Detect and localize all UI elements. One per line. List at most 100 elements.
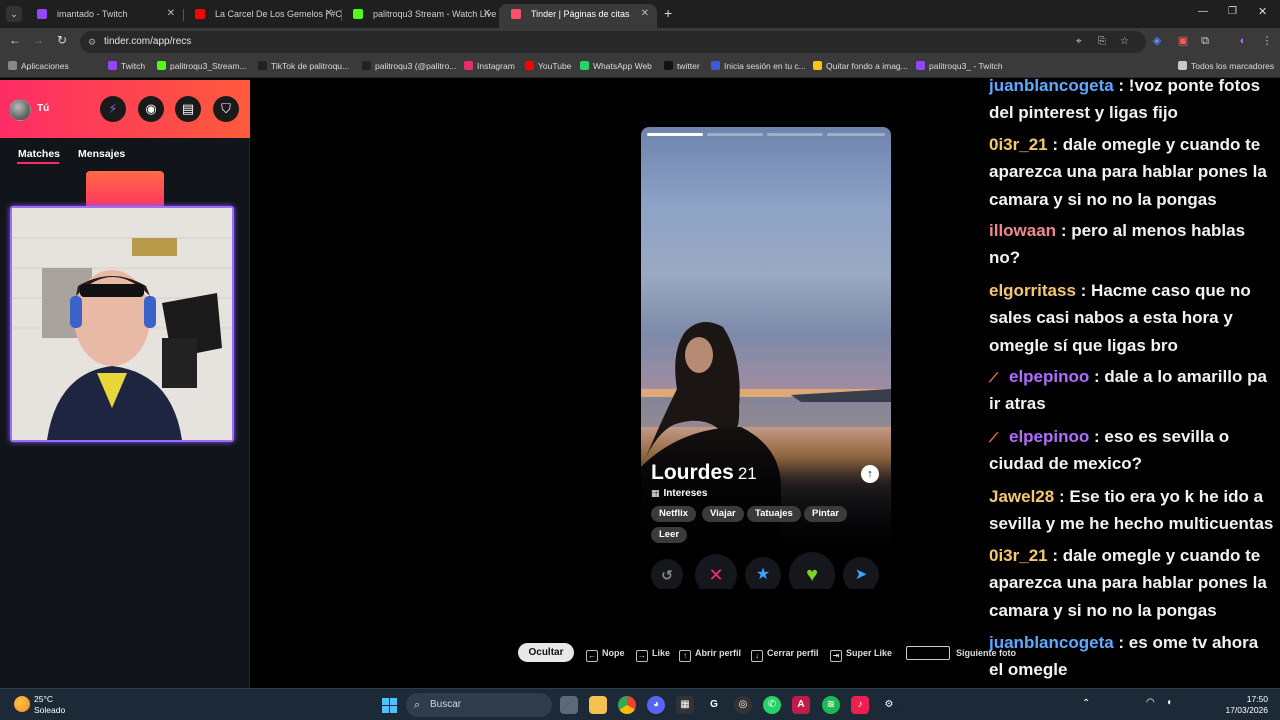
windows-taskbar: 25°C Soleado ⌕ Buscar ◕ ▦ G ◎ ✆ A ≋ ♪ ⚙ … — [0, 688, 1280, 720]
extension-1-icon[interactable]: ◈ — [1150, 34, 1164, 48]
bookmark-item[interactable]: WhatsApp Web — [580, 61, 652, 71]
bolt-icon[interactable]: ⚡ — [100, 96, 126, 122]
tab-favicon-icon — [195, 9, 205, 19]
discord-icon[interactable]: ◕ — [647, 696, 665, 714]
mod-badge-icon: ⟋ — [989, 430, 999, 445]
steam-icon[interactable]: ⚙ — [880, 696, 898, 714]
reload-icon[interactable]: ↻ — [53, 33, 71, 47]
tab-close-icon[interactable]: ✕ — [483, 4, 491, 24]
extensions-icon[interactable]: ⧉ — [1198, 34, 1212, 48]
tab-search-button[interactable]: ⌄ — [6, 6, 22, 22]
bookmark-item[interactable]: Aplicaciones — [8, 61, 69, 71]
extension-2-icon[interactable]: ▣ — [1176, 34, 1190, 48]
chat-username[interactable]: juanblancogeta — [989, 76, 1114, 95]
chat-username[interactable]: juanblancogeta — [989, 633, 1114, 652]
rewind-button[interactable]: ↺ — [651, 559, 683, 589]
superlike-button[interactable]: ★ — [745, 557, 781, 589]
install-icon[interactable]: ⎘ — [1098, 31, 1106, 53]
address-bar[interactable]: ⚙ tinder.com/app/recs ⌖ ⎘ ☆ — [80, 31, 1146, 53]
new-tab-button[interactable]: + — [664, 5, 672, 21]
all-bookmarks[interactable]: Todos los marcadores — [1178, 61, 1274, 71]
bookmark-item[interactable]: Twitch — [108, 61, 145, 71]
interest-chip[interactable]: Leer — [651, 527, 688, 543]
mod-badge-icon: ⟋ — [989, 370, 999, 385]
chat-message: 0i3r_21 : dale omegle y cuando te aparez… — [989, 542, 1275, 624]
sun-icon[interactable] — [14, 696, 30, 712]
tray-chevron-icon[interactable]: ⌃ — [1082, 698, 1090, 709]
bookmark-item[interactable]: palitroqu3_ - Twitch — [916, 61, 1003, 71]
forward-icon[interactable]: → — [29, 33, 47, 47]
user-name[interactable]: Tú — [37, 103, 49, 114]
chrome-icon[interactable] — [618, 696, 636, 714]
chat-username[interactable]: Jawel28 — [989, 487, 1054, 506]
interest-chip[interactable]: Viajar — [702, 506, 744, 522]
shortcut-label: Abrir perfil — [695, 648, 742, 658]
open-profile-button[interactable]: ↑ — [861, 465, 879, 483]
shortcut-label: Like — [652, 648, 671, 658]
profile-card[interactable]: Lourdes 21 ↑ ▦ Intereses Netflix Viajar Tatu… — [641, 127, 891, 589]
back-icon[interactable]: ← — [6, 33, 24, 47]
chat-username[interactable]: elpepinoo — [1009, 367, 1089, 386]
tab-matches[interactable]: Matches — [18, 148, 60, 160]
shortcut-label: Nope — [602, 648, 625, 658]
bookmark-item[interactable]: TikTok de palitroqu... — [258, 61, 349, 71]
avatar[interactable] — [9, 99, 31, 121]
weather-temp[interactable]: 25°C — [34, 694, 53, 704]
app-a-icon[interactable]: A — [792, 696, 810, 714]
tab-close-icon[interactable]: ✕ — [167, 4, 175, 24]
tiktok-icon[interactable]: ♪ — [851, 696, 869, 714]
obs-icon[interactable]: ◎ — [734, 696, 752, 714]
volume-icon[interactable]: ◖ — [1166, 697, 1172, 708]
profile-icon[interactable]: ◐ — [1236, 34, 1250, 48]
bookmark-item[interactable]: YouTube — [525, 61, 571, 71]
file-explorer-icon[interactable] — [589, 696, 607, 714]
location-icon[interactable]: ⌖ — [1076, 31, 1082, 53]
browser-tab[interactable]: La Carcel De Los Gemelos | #Ca ✕ — [183, 4, 341, 28]
minimize-icon[interactable]: — — [1198, 6, 1208, 17]
start-button[interactable] — [382, 698, 397, 713]
bookmark-item[interactable]: Quitar fondo a imag... — [813, 61, 908, 71]
app-g-icon[interactable]: G — [705, 696, 723, 714]
compass-icon[interactable]: ◉ — [138, 96, 164, 122]
interest-chip[interactable]: Tatuajes — [747, 506, 801, 522]
bookmark-item[interactable]: Instagram — [464, 61, 515, 71]
chat-username[interactable]: elgorritass — [989, 281, 1076, 300]
taskbar-search[interactable]: ⌕ Buscar — [406, 693, 552, 717]
app-icon[interactable]: ▦ — [676, 696, 694, 714]
shortcut-key: ↓ — [751, 650, 763, 662]
clock[interactable]: 17:50 17/03/2026 — [1222, 694, 1268, 716]
task-view-icon[interactable] — [560, 696, 578, 714]
chat-username[interactable]: illowaan — [989, 221, 1056, 240]
bookmark-item[interactable]: Inicia sesión en tu c... — [711, 61, 806, 71]
briefcase-icon[interactable]: ▤ — [175, 96, 201, 122]
wifi-icon[interactable]: ◠ — [1146, 697, 1155, 708]
browser-tab[interactable]: palitroqu3 Stream - Watch Live ✕ — [341, 4, 499, 28]
site-info-icon[interactable]: ⚙ — [88, 31, 96, 53]
nope-button[interactable]: ✕ — [695, 554, 737, 589]
browser-tab[interactable]: Tinder | Páginas de citas ✕ — [499, 4, 657, 28]
bookmark-item[interactable]: palitroqu3 (@palitro... — [362, 61, 456, 71]
star-icon[interactable]: ☆ — [1120, 31, 1129, 53]
menu-icon[interactable]: ⋮ — [1260, 34, 1274, 48]
whatsapp-icon[interactable]: ✆ — [763, 696, 781, 714]
bookmark-item[interactable]: palitroqu3_Stream... — [157, 61, 247, 71]
shield-icon[interactable]: ⛉ — [213, 96, 239, 122]
match-card[interactable] — [86, 171, 164, 207]
tab-mensajes[interactable]: Mensajes — [78, 148, 125, 160]
spotify-icon[interactable]: ≋ — [822, 696, 840, 714]
chat-username[interactable]: 0i3r_21 — [989, 546, 1048, 565]
browser-tab[interactable]: imantado - Twitch ✕ — [25, 4, 183, 28]
tab-close-icon[interactable]: ✕ — [325, 4, 333, 24]
interest-chip[interactable]: Pintar — [804, 506, 847, 522]
weather-desc[interactable]: Soleado — [34, 705, 65, 715]
chat-username[interactable]: 0i3r_21 — [989, 135, 1048, 154]
bookmark-label: WhatsApp Web — [593, 61, 652, 71]
interest-chip[interactable]: Netflix — [651, 506, 697, 522]
tab-close-icon[interactable]: ✕ — [641, 4, 649, 24]
maximize-icon[interactable]: ❐ — [1228, 6, 1237, 17]
chat-username[interactable]: elpepinoo — [1009, 427, 1089, 446]
bookmark-item[interactable]: twitter — [664, 61, 700, 71]
close-window-icon[interactable]: ✕ — [1258, 5, 1267, 18]
boost-button[interactable]: ➤ — [843, 557, 879, 589]
chat-message: ⟋ elpepinoo : dale a lo amarillo pa ir at… — [989, 363, 1275, 418]
